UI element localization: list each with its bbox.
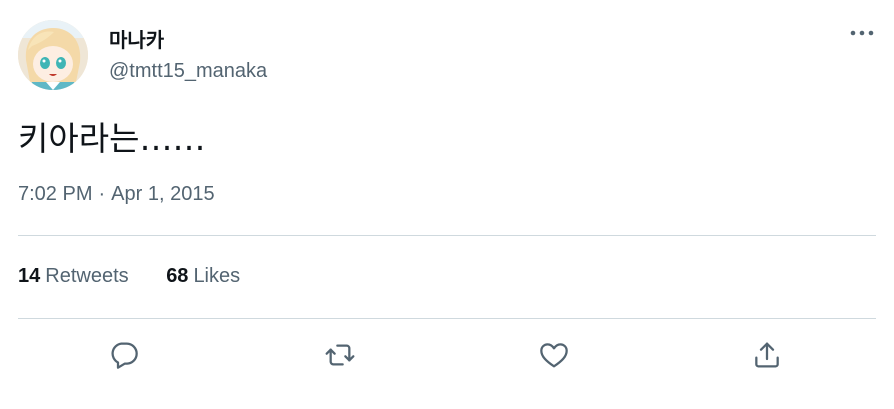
avatar[interactable]	[18, 20, 88, 90]
reply-icon	[111, 342, 138, 369]
like-button[interactable]	[535, 336, 573, 374]
tweet-card: 마나카 @tmtt15_manaka 키아라는…… 7:02 PM · Apr 1,…	[0, 0, 894, 409]
share-icon	[755, 342, 779, 368]
divider	[18, 318, 876, 319]
retweets-count: 14	[18, 265, 41, 287]
retweet-icon	[325, 344, 355, 366]
author-handle[interactable]: @tmtt15_manaka	[109, 60, 267, 83]
tweet-date[interactable]: Apr 1, 2015	[111, 183, 214, 205]
share-button[interactable]	[748, 336, 786, 374]
avatar-image	[18, 20, 88, 90]
meta-separator: ·	[98, 183, 106, 205]
tweet-time[interactable]: 7:02 PM	[18, 183, 92, 205]
engagement-stats: 14 Retweets 68 Likes	[18, 265, 272, 288]
tweet-text: 키아라는……	[18, 119, 206, 158]
reply-button[interactable]	[105, 336, 143, 374]
divider	[18, 235, 876, 236]
retweets-stat[interactable]: 14 Retweets	[18, 265, 129, 288]
more-options-icon	[850, 30, 874, 36]
tweet-timestamp[interactable]: 7:02 PM · Apr 1, 2015	[18, 183, 215, 206]
author-display-name[interactable]: 마나카	[109, 24, 164, 53]
likes-stat[interactable]: 68 Likes	[166, 265, 240, 288]
retweet-button[interactable]	[321, 336, 359, 374]
heart-icon	[540, 343, 568, 368]
likes-label: Likes	[193, 265, 241, 287]
retweets-label: Retweets	[45, 265, 129, 287]
likes-count: 68	[166, 265, 189, 287]
more-options-button[interactable]	[845, 20, 879, 46]
